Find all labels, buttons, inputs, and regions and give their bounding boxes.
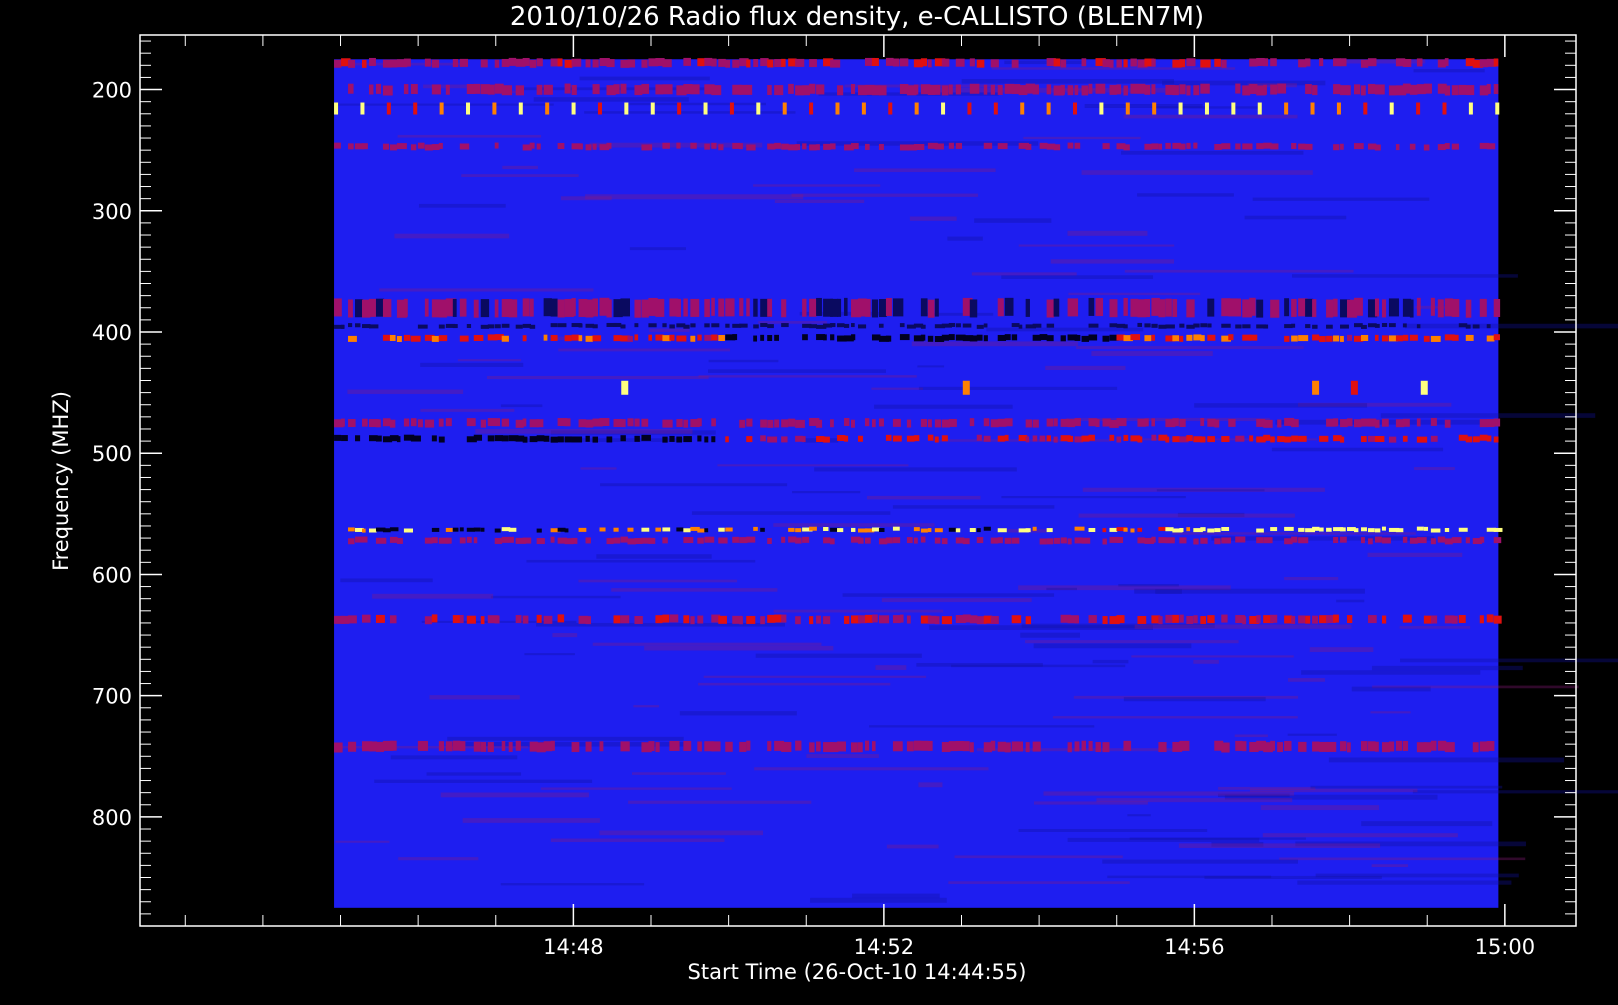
burst-mark (1312, 380, 1320, 395)
y-tick-label: 600 (92, 563, 132, 587)
x-tick-label: 14:52 (854, 935, 915, 959)
x-axis-title: Start Time (26-Oct-10 14:44:55) (688, 960, 1027, 984)
y-tick-label: 300 (92, 200, 132, 224)
x-tick-label: 14:48 (543, 935, 604, 959)
burst-mark (1350, 380, 1358, 395)
chart-svg: 2010/10/26 Radio flux density, e-CALLIST… (49, 2, 1618, 984)
spectrogram-chart: 2010/10/26 Radio flux density, e-CALLIST… (0, 0, 1618, 1000)
x-tick-label: 14:56 (1164, 935, 1225, 959)
burst-mark (962, 380, 970, 395)
y-tick-label: 200 (92, 79, 132, 103)
y-tick-label: 500 (92, 442, 132, 466)
x-tick-label: 15:00 (1475, 935, 1536, 959)
chart-title: 2010/10/26 Radio flux density, e-CALLIST… (510, 2, 1204, 32)
y-tick-label: 700 (92, 685, 132, 709)
y-tick-label: 800 (92, 806, 132, 830)
y-tick-label: 400 (92, 321, 132, 345)
heatmap-image (334, 57, 1618, 908)
burst-mark (1420, 380, 1428, 395)
burst-mark (621, 380, 629, 395)
y-axis-title: Frequency (MHZ) (49, 391, 73, 571)
